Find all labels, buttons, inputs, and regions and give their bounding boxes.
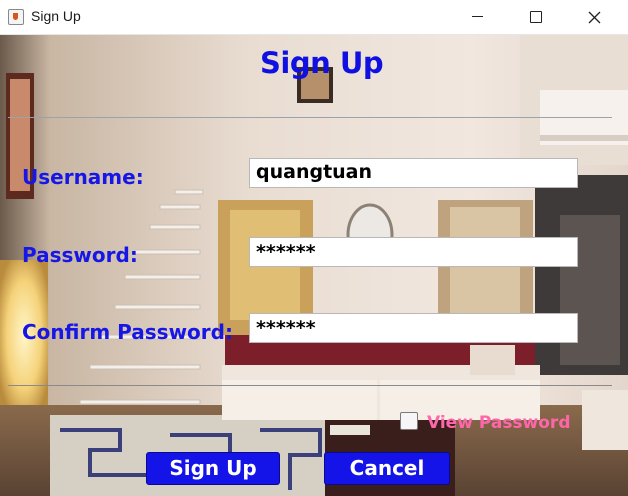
bottom-separator xyxy=(8,385,612,386)
java-cup-icon xyxy=(8,9,24,25)
window-title-bar: Sign Up xyxy=(0,0,628,35)
view-password-label[interactable]: View Password xyxy=(427,413,571,433)
close-icon[interactable] xyxy=(566,0,624,34)
confirm-password-label: Confirm Password: xyxy=(22,320,233,344)
cancel-button[interactable]: Cancel xyxy=(324,452,450,485)
username-label: Username: xyxy=(22,165,144,189)
view-password-checkbox[interactable] xyxy=(400,412,418,430)
minimize-icon[interactable] xyxy=(449,0,507,34)
maximize-icon[interactable] xyxy=(507,0,565,34)
top-separator xyxy=(8,117,612,118)
password-label: Password: xyxy=(22,243,138,267)
sign-up-heading: Sign Up xyxy=(260,46,384,80)
window-title: Sign Up xyxy=(31,8,81,24)
password-field[interactable]: ****** xyxy=(249,237,578,267)
confirm-password-field[interactable]: ****** xyxy=(249,313,578,343)
username-field[interactable]: quangtuan xyxy=(249,158,578,188)
sign-up-button[interactable]: Sign Up xyxy=(146,452,280,485)
